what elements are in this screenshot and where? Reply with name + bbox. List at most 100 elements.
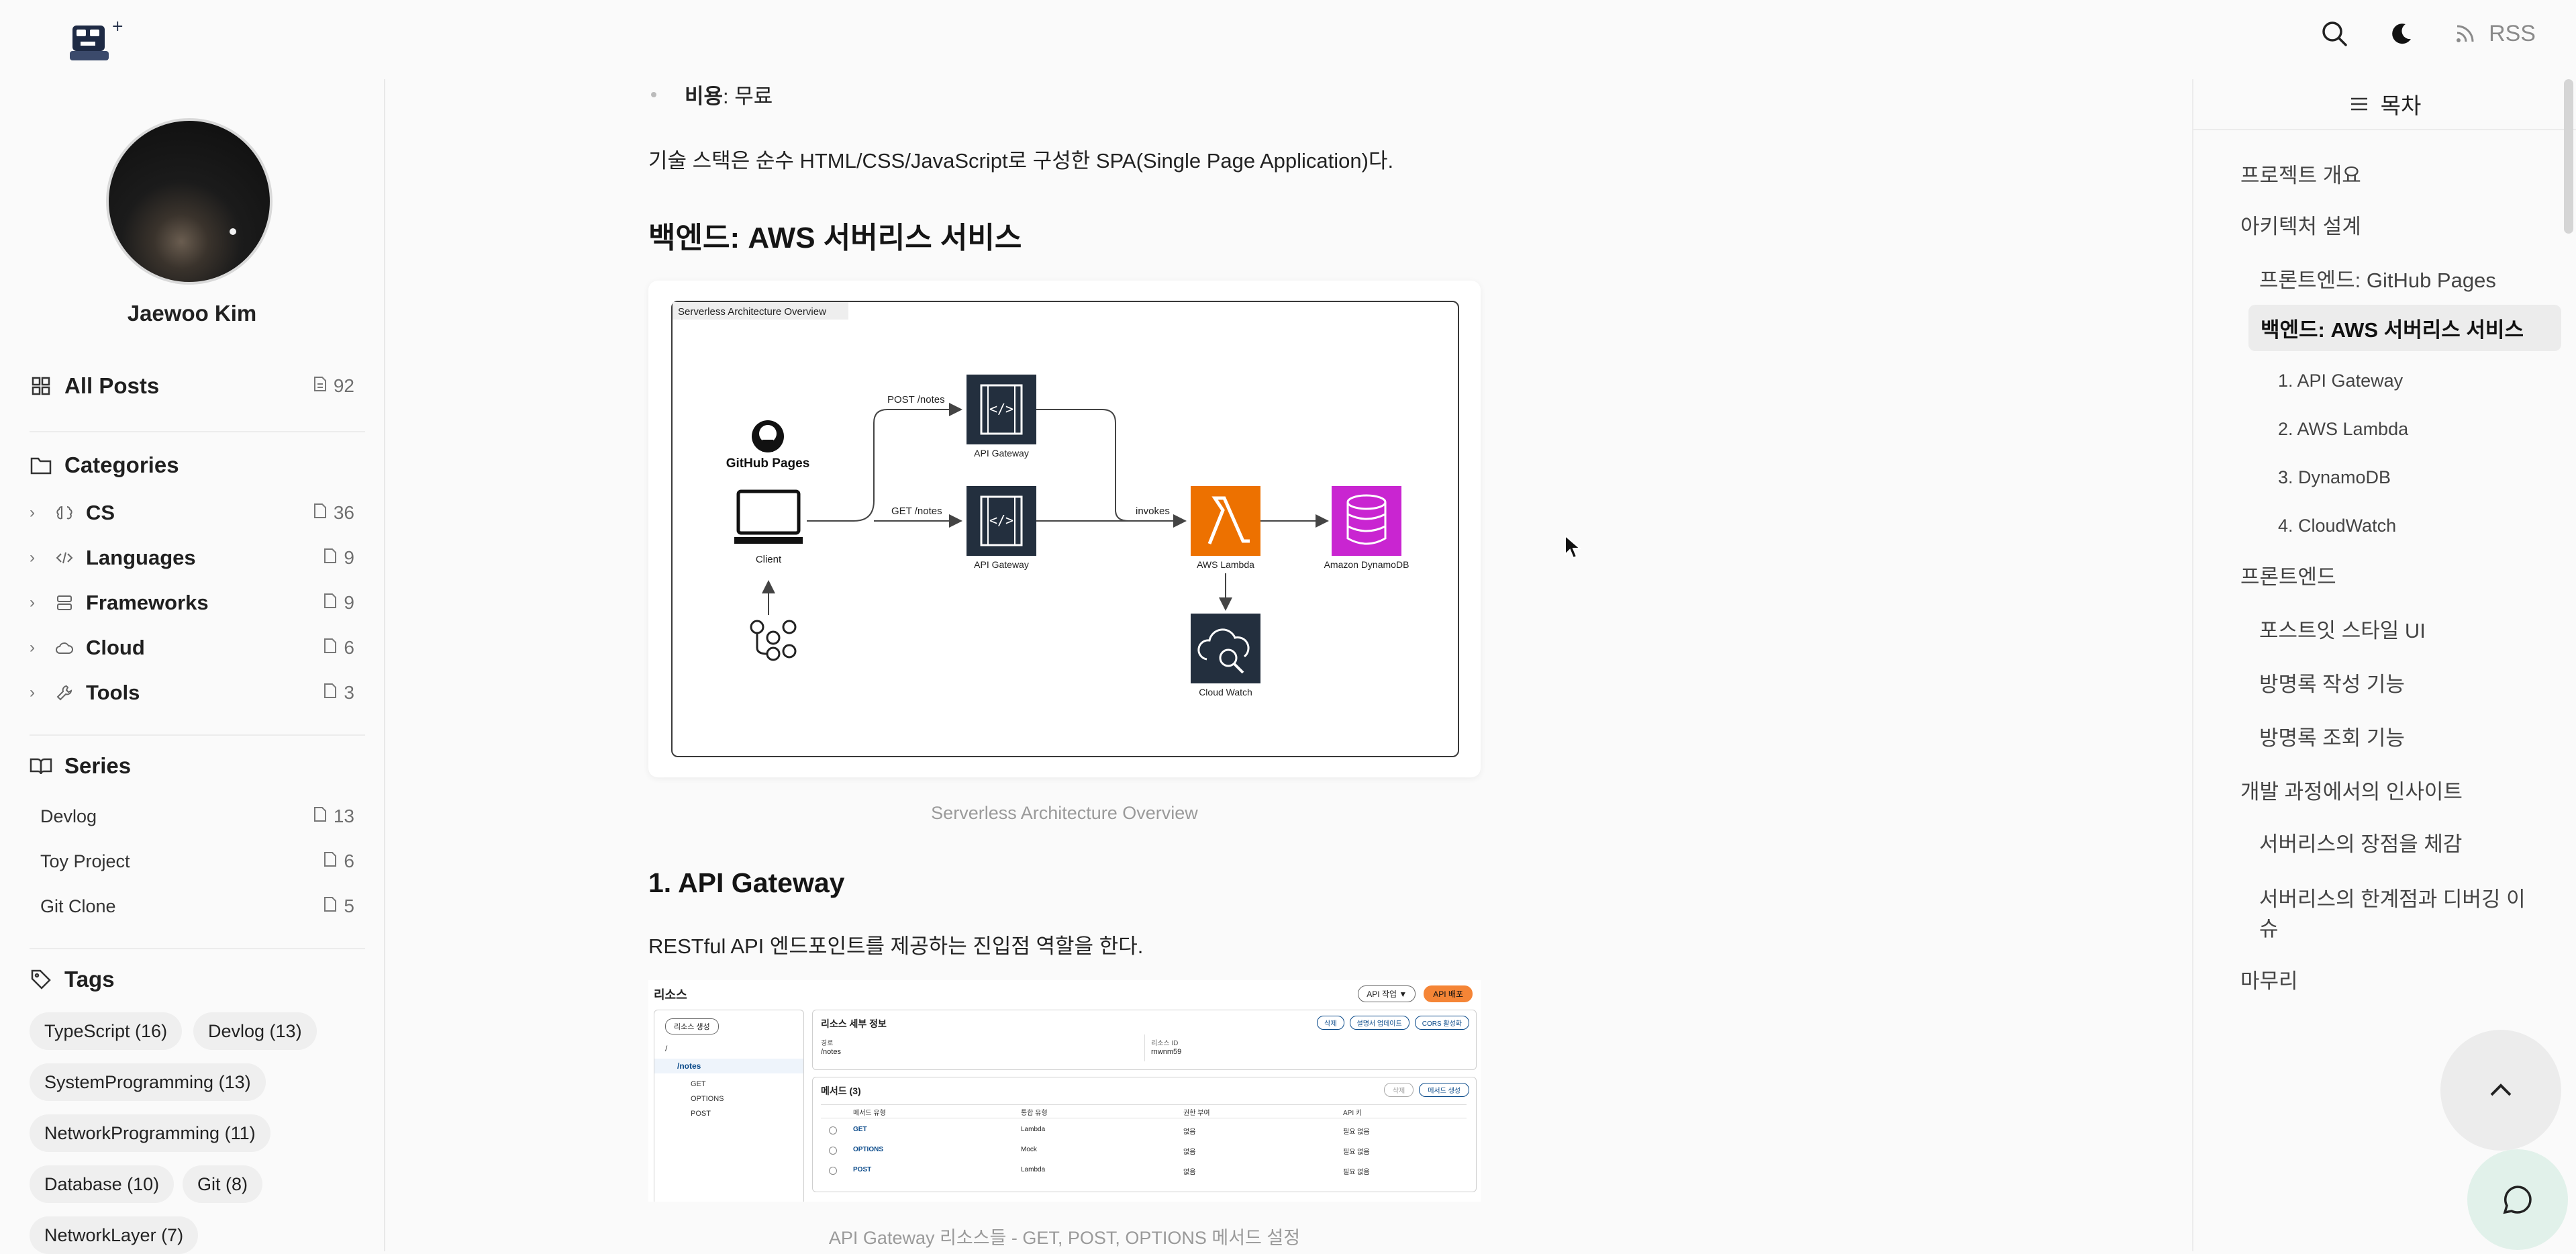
layers-icon — [55, 593, 74, 612]
category-count: 3 — [344, 682, 354, 703]
figure-caption: API Gateway 리소스들 - GET, POST, OPTIONS 메서… — [828, 1228, 1301, 1248]
category-frameworks[interactable]: › Frameworks 9 — [30, 591, 354, 615]
api-gateway-icon: </> — [967, 486, 1036, 556]
tree-method[interactable]: GET — [691, 1080, 706, 1088]
series-title: Series — [64, 753, 132, 778]
toc-item[interactable]: 프론트엔드 — [2240, 560, 2336, 590]
toc-item[interactable]: 서버리스의 한계점과 디버깅 이 — [2259, 882, 2526, 912]
resource-id-value: rnwnm59 — [1151, 1048, 1182, 1056]
chat-button[interactable] — [2467, 1149, 2568, 1250]
remove-method-button[interactable]: 삭제 — [1383, 1083, 1414, 1097]
table-row[interactable]: GET Lambda 없음 필요 없음 — [813, 1120, 1476, 1141]
deploy-api-button[interactable]: API 배포 — [1424, 985, 1473, 1002]
api-gateway-label: API Gateway — [974, 559, 1029, 570]
tag-chip[interactable]: NetworkProgramming (11) — [30, 1114, 270, 1152]
toc-item-active[interactable]: 백엔드: AWS 서버리스 서비스 — [2248, 305, 2561, 351]
rss-link[interactable]: RSS — [2455, 21, 2536, 47]
tag-chip[interactable]: Devlog (13) — [193, 1012, 317, 1050]
tree-root[interactable]: / — [665, 1044, 667, 1053]
toc-item[interactable]: 개발 과정에서의 인사이트 — [2240, 775, 2463, 805]
api-actions-button[interactable]: API 작업 ▼ — [1358, 985, 1416, 1002]
series-count: 6 — [344, 851, 354, 871]
blog-logo-icon[interactable]: + — [67, 16, 128, 63]
toc-item[interactable]: 방명록 조회 기능 — [2259, 721, 2405, 751]
toc-item[interactable]: 아키텍처 설계 — [2240, 209, 2361, 240]
document-icon — [324, 896, 337, 917]
cell[interactable]: POST — [853, 1166, 871, 1173]
section-heading: 백엔드: AWS 서버리스 서비스 — [648, 222, 1022, 254]
toc-title: 목차 — [2380, 93, 2422, 118]
delete-resource-button[interactable]: 삭제 — [1317, 1016, 1344, 1030]
category-label: Languages — [86, 546, 196, 569]
article-content: 비용: 무료 기술 스택은 순수 HTML/CSS/JavaScript로 구성… — [384, 0, 2192, 1251]
category-cloud[interactable]: › Cloud 6 — [30, 636, 354, 660]
dark-mode-moon-icon[interactable] — [2389, 21, 2414, 46]
category-count: 6 — [344, 637, 354, 658]
nav-all-posts[interactable]: All Posts 92 — [30, 373, 354, 399]
all-posts-label: All Posts — [64, 373, 160, 398]
resource-id-label: 리소스 ID — [1151, 1040, 1179, 1047]
path-value: /notes — [821, 1048, 841, 1056]
tag-chip[interactable]: NetworkLayer (7) — [30, 1216, 199, 1254]
mouse-cursor-icon — [1565, 534, 1581, 559]
cloudwatch-icon — [1191, 614, 1260, 683]
cell[interactable]: GET — [853, 1126, 867, 1133]
scroll-to-top-button[interactable] — [2440, 1030, 2561, 1151]
scrollbar[interactable] — [2564, 79, 2573, 234]
toc-item[interactable]: 서버리스의 장점을 체감 — [2259, 827, 2462, 857]
resource-detail-title: 리소스 세부 정보 — [821, 1018, 887, 1029]
column-header: 권한 부여 — [1183, 1110, 1210, 1117]
cell: 없음 — [1183, 1149, 1196, 1156]
toc-item[interactable]: 4. CloudWatch — [2278, 516, 2396, 536]
category-tools[interactable]: › Tools 3 — [30, 681, 354, 705]
toc-item[interactable]: 2. AWS Lambda — [2278, 419, 2408, 440]
folder-icon — [30, 454, 52, 477]
table-row[interactable]: POST Lambda 없음 필요 없음 — [813, 1161, 1476, 1181]
create-method-button[interactable]: 메서드 생성 — [1419, 1083, 1469, 1097]
client-label: Client — [756, 554, 782, 565]
search-icon[interactable] — [2321, 20, 2348, 47]
category-languages[interactable]: › Languages 9 — [30, 546, 354, 570]
category-cs[interactable]: › CS 36 — [30, 501, 354, 525]
enable-cors-button[interactable]: CORS 활성화 — [1414, 1016, 1469, 1030]
series-item-toy-project[interactable]: Toy Project 6 — [40, 851, 354, 872]
cell[interactable]: OPTIONS — [853, 1146, 883, 1153]
toc-item[interactable]: 프로젝트 개요 — [2240, 158, 2361, 189]
document-icon — [324, 851, 337, 872]
paragraph: RESTful API 엔드포인트를 제공하는 진입점 역할을 한다. — [648, 934, 1144, 958]
tree-notes[interactable]: /notes — [677, 1061, 701, 1071]
toc-item[interactable]: 마무리 — [2240, 964, 2298, 994]
cloudwatch-label: Cloud Watch — [1199, 687, 1252, 697]
create-resource-button[interactable]: 리소스 생성 — [665, 1018, 719, 1034]
toc-item[interactable]: 슈 — [2259, 912, 2279, 942]
toc-item[interactable]: 방명록 작성 기능 — [2259, 667, 2405, 697]
cell: Lambda — [1021, 1126, 1046, 1133]
category-label: Frameworks — [86, 591, 209, 614]
update-docs-button[interactable]: 설명서 업데이트 — [1349, 1016, 1409, 1030]
cloud-icon — [55, 638, 74, 657]
tag-icon — [30, 968, 52, 991]
chevron-right-icon: › — [30, 638, 35, 657]
tag-chip[interactable]: Git (8) — [183, 1165, 263, 1203]
cell: 없음 — [1183, 1128, 1196, 1136]
column-header: API 키 — [1343, 1110, 1363, 1117]
tag-chip[interactable]: TypeScript (16) — [30, 1012, 183, 1050]
tree-method[interactable]: POST — [691, 1110, 711, 1118]
chevron-up-icon — [2490, 1083, 2512, 1096]
toc-item[interactable]: 3. DynamoDB — [2278, 467, 2391, 488]
chevron-right-icon: › — [30, 503, 35, 522]
cell: Lambda — [1021, 1166, 1046, 1173]
get-route-label: GET /notes — [891, 505, 942, 517]
toc-item[interactable]: 1. API Gateway — [2278, 371, 2403, 391]
methods-title: 메서드 (3) — [821, 1086, 861, 1096]
table-row[interactable]: OPTIONS Mock 없음 필요 없음 — [813, 1141, 1476, 1161]
tag-chip[interactable]: Database (10) — [30, 1165, 175, 1203]
tree-method[interactable]: OPTIONS — [691, 1095, 724, 1103]
tag-chip[interactable]: SystemProgramming (13) — [30, 1063, 266, 1101]
toc-item[interactable]: 포스트잇 스타일 UI — [2259, 614, 2426, 644]
toc-item[interactable]: 프론트엔드: GitHub Pages — [2259, 263, 2496, 293]
amazon-dynamodb-icon — [1332, 486, 1401, 556]
series-item-git-clone[interactable]: Git Clone 5 — [40, 896, 354, 917]
cell: 필요 없음 — [1343, 1149, 1370, 1156]
series-item-devlog[interactable]: Devlog 13 — [40, 806, 354, 827]
